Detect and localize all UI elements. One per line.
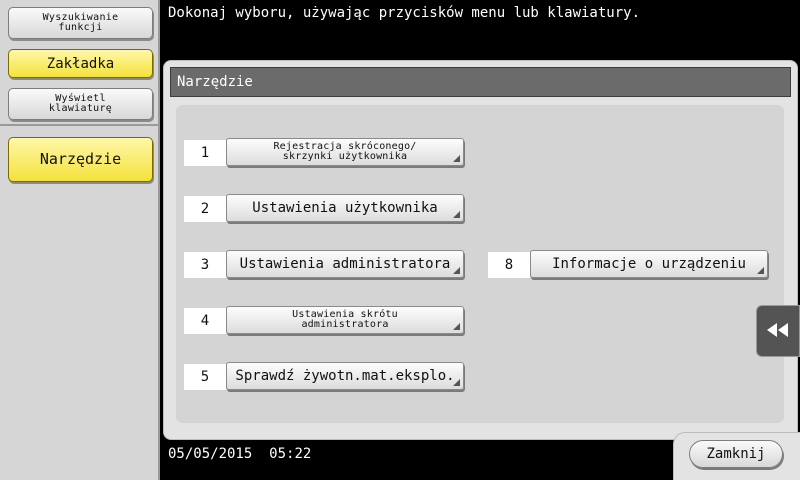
menu-number-1: 1 bbox=[184, 140, 226, 166]
menu-number-3: 3 bbox=[184, 252, 226, 278]
admin-settings-label: Ustawienia administratora bbox=[239, 256, 451, 272]
close-label: Zamknij bbox=[706, 446, 766, 462]
function-search-label: Wyszukiwanie funkcji bbox=[42, 12, 119, 33]
tool-menu-panel: Narzędzie 1 Rejestracja skróconego/ skrz… bbox=[163, 60, 798, 440]
bookmark-button[interactable]: Zakładka bbox=[8, 49, 153, 78]
double-left-arrow-icon bbox=[767, 322, 789, 341]
menu-area: 1 Rejestracja skróconego/ skrzynki użytk… bbox=[176, 105, 784, 423]
status-date: 05/05/2015 bbox=[168, 446, 253, 462]
menu-number-8: 8 bbox=[488, 252, 530, 278]
device-info-button[interactable]: Informacje o urządzeniu bbox=[530, 250, 768, 278]
tool-button[interactable]: Narzędzie bbox=[8, 137, 153, 182]
admin-settings-button[interactable]: Ustawienia administratora bbox=[226, 250, 464, 278]
registration-label: Rejestracja skróconego/ skrzynki użytkow… bbox=[273, 141, 417, 162]
close-button[interactable]: Zamknij bbox=[689, 440, 783, 468]
admin-shortcut-settings-button[interactable]: Ustawienia skrótu administratora bbox=[226, 306, 464, 334]
menu-number-4: 4 bbox=[184, 308, 226, 334]
show-keyboard-button[interactable]: Wyświetl klawiaturę bbox=[8, 88, 153, 120]
instruction-message: Dokonaj wyboru, używając przycisków menu… bbox=[168, 5, 641, 21]
show-keyboard-label: Wyświetl klawiaturę bbox=[48, 93, 113, 114]
sidebar-divider bbox=[0, 124, 158, 126]
bookmark-label: Zakładka bbox=[46, 55, 115, 72]
status-time: 05:22 bbox=[269, 446, 312, 462]
device-info-label: Informacje o urządzeniu bbox=[552, 256, 746, 272]
function-search-button[interactable]: Wyszukiwanie funkcji bbox=[8, 7, 153, 39]
tool-label: Narzędzie bbox=[39, 150, 122, 168]
registration-button[interactable]: Rejestracja skróconego/ skrzynki użytkow… bbox=[226, 138, 464, 166]
collapse-panel-button[interactable] bbox=[756, 305, 800, 357]
panel-title: Narzędzie bbox=[170, 67, 791, 97]
date-time-display: 05/05/2015 05:22 bbox=[168, 446, 311, 462]
user-settings-button[interactable]: Ustawienia użytkownika bbox=[226, 194, 464, 222]
menu-number-2: 2 bbox=[184, 196, 226, 222]
check-consumables-label: Sprawdź żywotn.mat.eksplo. bbox=[235, 368, 455, 384]
check-consumables-button[interactable]: Sprawdź żywotn.mat.eksplo. bbox=[226, 362, 464, 390]
menu-number-5: 5 bbox=[184, 364, 226, 390]
left-sidebar: Wyszukiwanie funkcji Zakładka Wyświetl k… bbox=[0, 0, 160, 480]
user-settings-label: Ustawienia użytkownika bbox=[252, 200, 438, 216]
admin-shortcut-settings-label: Ustawienia skrótu administratora bbox=[292, 309, 398, 330]
